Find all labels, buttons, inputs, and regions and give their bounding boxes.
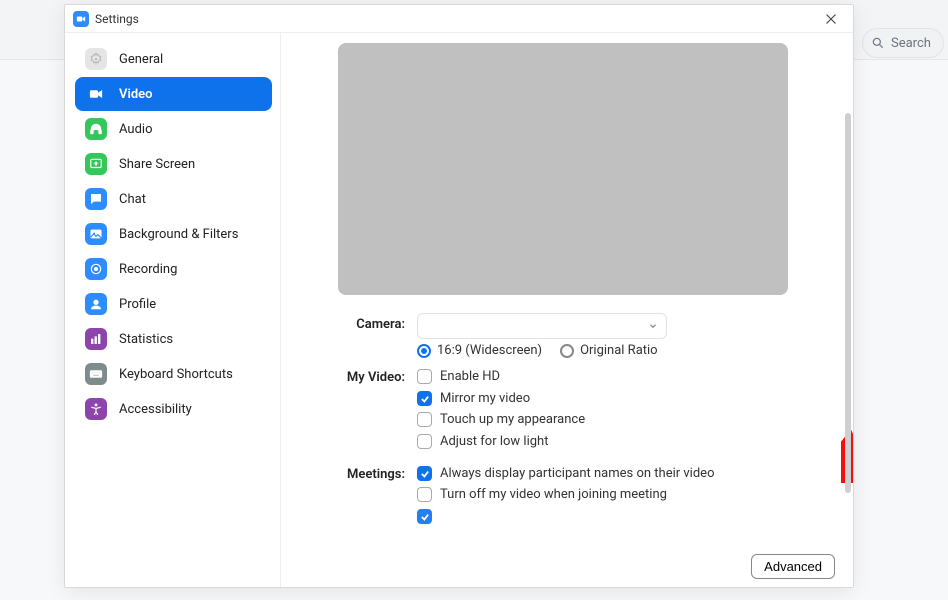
accessibility-icon bbox=[85, 398, 107, 420]
checkbox-icon bbox=[417, 466, 432, 481]
display-names-checkbox[interactable]: Always display participant names on thei… bbox=[417, 463, 714, 484]
checkbox-icon bbox=[417, 391, 432, 406]
sidebar-item-label: Accessibility bbox=[119, 402, 192, 417]
sidebar-item-label: Audio bbox=[119, 122, 152, 137]
myvideo-label: My Video: bbox=[309, 366, 417, 385]
sidebar-item-label: Recording bbox=[119, 262, 177, 277]
window-title: Settings bbox=[95, 12, 139, 26]
chevron-down-icon bbox=[648, 321, 658, 331]
sidebar-item-profile[interactable]: Profile bbox=[75, 287, 272, 321]
background-icon bbox=[85, 223, 107, 245]
settings-panel: Camera: 16:9 (Widescreen) bbox=[281, 33, 853, 587]
meetings-option-3-checkbox[interactable] bbox=[417, 506, 440, 527]
camera-row: Camera: 16:9 (Widescreen) bbox=[309, 313, 817, 362]
gear-icon bbox=[85, 48, 107, 70]
settings-window: Settings General Video bbox=[64, 4, 854, 588]
sidebar-item-statistics[interactable]: Statistics bbox=[75, 322, 272, 356]
scrollbar[interactable] bbox=[845, 113, 851, 493]
turn-off-video-checkbox[interactable]: Turn off my video when joining meeting bbox=[417, 484, 667, 505]
radio-dot-icon bbox=[560, 344, 574, 358]
sidebar-item-general[interactable]: General bbox=[75, 42, 272, 76]
camera-label: Camera: bbox=[309, 313, 417, 332]
sidebar-item-label: General bbox=[119, 52, 163, 67]
mirror-video-checkbox[interactable]: Mirror my video bbox=[417, 388, 530, 409]
checkbox-label: Adjust for low light bbox=[440, 434, 548, 449]
sidebar-item-accessibility[interactable]: Accessibility bbox=[75, 392, 272, 426]
sidebar-item-audio[interactable]: Audio bbox=[75, 112, 272, 146]
checkbox-icon bbox=[417, 412, 432, 427]
search-icon bbox=[871, 36, 885, 50]
radio-dot-icon bbox=[417, 344, 431, 358]
sidebar: General Video Audio Share Screen bbox=[65, 33, 281, 587]
checkbox-label: Turn off my video when joining meeting bbox=[440, 487, 667, 502]
checkbox-label: Always display participant names on thei… bbox=[440, 466, 714, 481]
sidebar-item-share-screen[interactable]: Share Screen bbox=[75, 147, 272, 181]
sidebar-item-keyboard-shortcuts[interactable]: Keyboard Shortcuts bbox=[75, 357, 272, 391]
touch-up-checkbox[interactable]: Touch up my appearance bbox=[417, 409, 585, 430]
aspect-original-radio[interactable]: Original Ratio bbox=[560, 343, 658, 358]
checkbox-icon bbox=[417, 434, 432, 449]
video-icon bbox=[85, 83, 107, 105]
stats-icon bbox=[85, 328, 107, 350]
sidebar-item-recording[interactable]: Recording bbox=[75, 252, 272, 286]
sidebar-item-video[interactable]: Video bbox=[75, 77, 272, 111]
sidebar-item-label: Keyboard Shortcuts bbox=[119, 367, 233, 382]
headphones-icon bbox=[85, 118, 107, 140]
camera-dropdown[interactable] bbox=[417, 313, 667, 339]
record-icon bbox=[85, 258, 107, 280]
close-button[interactable] bbox=[817, 5, 845, 33]
checkbox-label: Enable HD bbox=[440, 369, 500, 384]
enable-hd-checkbox[interactable]: Enable HD bbox=[417, 366, 500, 387]
aspect-widescreen-radio[interactable]: 16:9 (Widescreen) bbox=[417, 343, 542, 358]
advanced-button[interactable]: Advanced bbox=[751, 554, 835, 579]
myvideo-row: My Video: Enable HD Mirror my video T bbox=[309, 366, 817, 453]
low-light-checkbox[interactable]: Adjust for low light bbox=[417, 431, 548, 452]
checkbox-icon bbox=[417, 487, 432, 502]
checkbox-icon bbox=[417, 509, 432, 524]
checkbox-label: Mirror my video bbox=[440, 391, 530, 406]
radio-label: Original Ratio bbox=[580, 343, 658, 358]
search-placeholder: Search bbox=[891, 36, 931, 51]
sidebar-item-chat[interactable]: Chat bbox=[75, 182, 272, 216]
titlebar: Settings bbox=[65, 5, 853, 33]
panel-scroll[interactable]: Camera: 16:9 (Widescreen) bbox=[281, 33, 853, 543]
meetings-row: Meetings: Always display participant nam… bbox=[309, 463, 817, 527]
video-preview bbox=[338, 43, 788, 295]
zoom-app-icon bbox=[73, 11, 89, 27]
sidebar-item-label: Share Screen bbox=[119, 157, 195, 172]
chat-icon bbox=[85, 188, 107, 210]
sidebar-item-label: Video bbox=[119, 87, 153, 102]
sidebar-item-label: Profile bbox=[119, 297, 156, 312]
search-input[interactable]: Search bbox=[862, 28, 944, 58]
close-icon bbox=[825, 13, 837, 25]
panel-footer: Advanced bbox=[281, 545, 853, 587]
share-icon bbox=[85, 153, 107, 175]
keyboard-icon bbox=[85, 363, 107, 385]
sidebar-item-label: Chat bbox=[119, 192, 146, 207]
profile-icon bbox=[85, 293, 107, 315]
radio-label: 16:9 (Widescreen) bbox=[437, 343, 542, 358]
sidebar-item-label: Background & Filters bbox=[119, 227, 238, 242]
checkbox-icon bbox=[417, 369, 432, 384]
checkbox-label: Touch up my appearance bbox=[440, 412, 585, 427]
sidebar-item-background-filters[interactable]: Background & Filters bbox=[75, 217, 272, 251]
sidebar-item-label: Statistics bbox=[119, 332, 173, 347]
meetings-label: Meetings: bbox=[309, 463, 417, 482]
